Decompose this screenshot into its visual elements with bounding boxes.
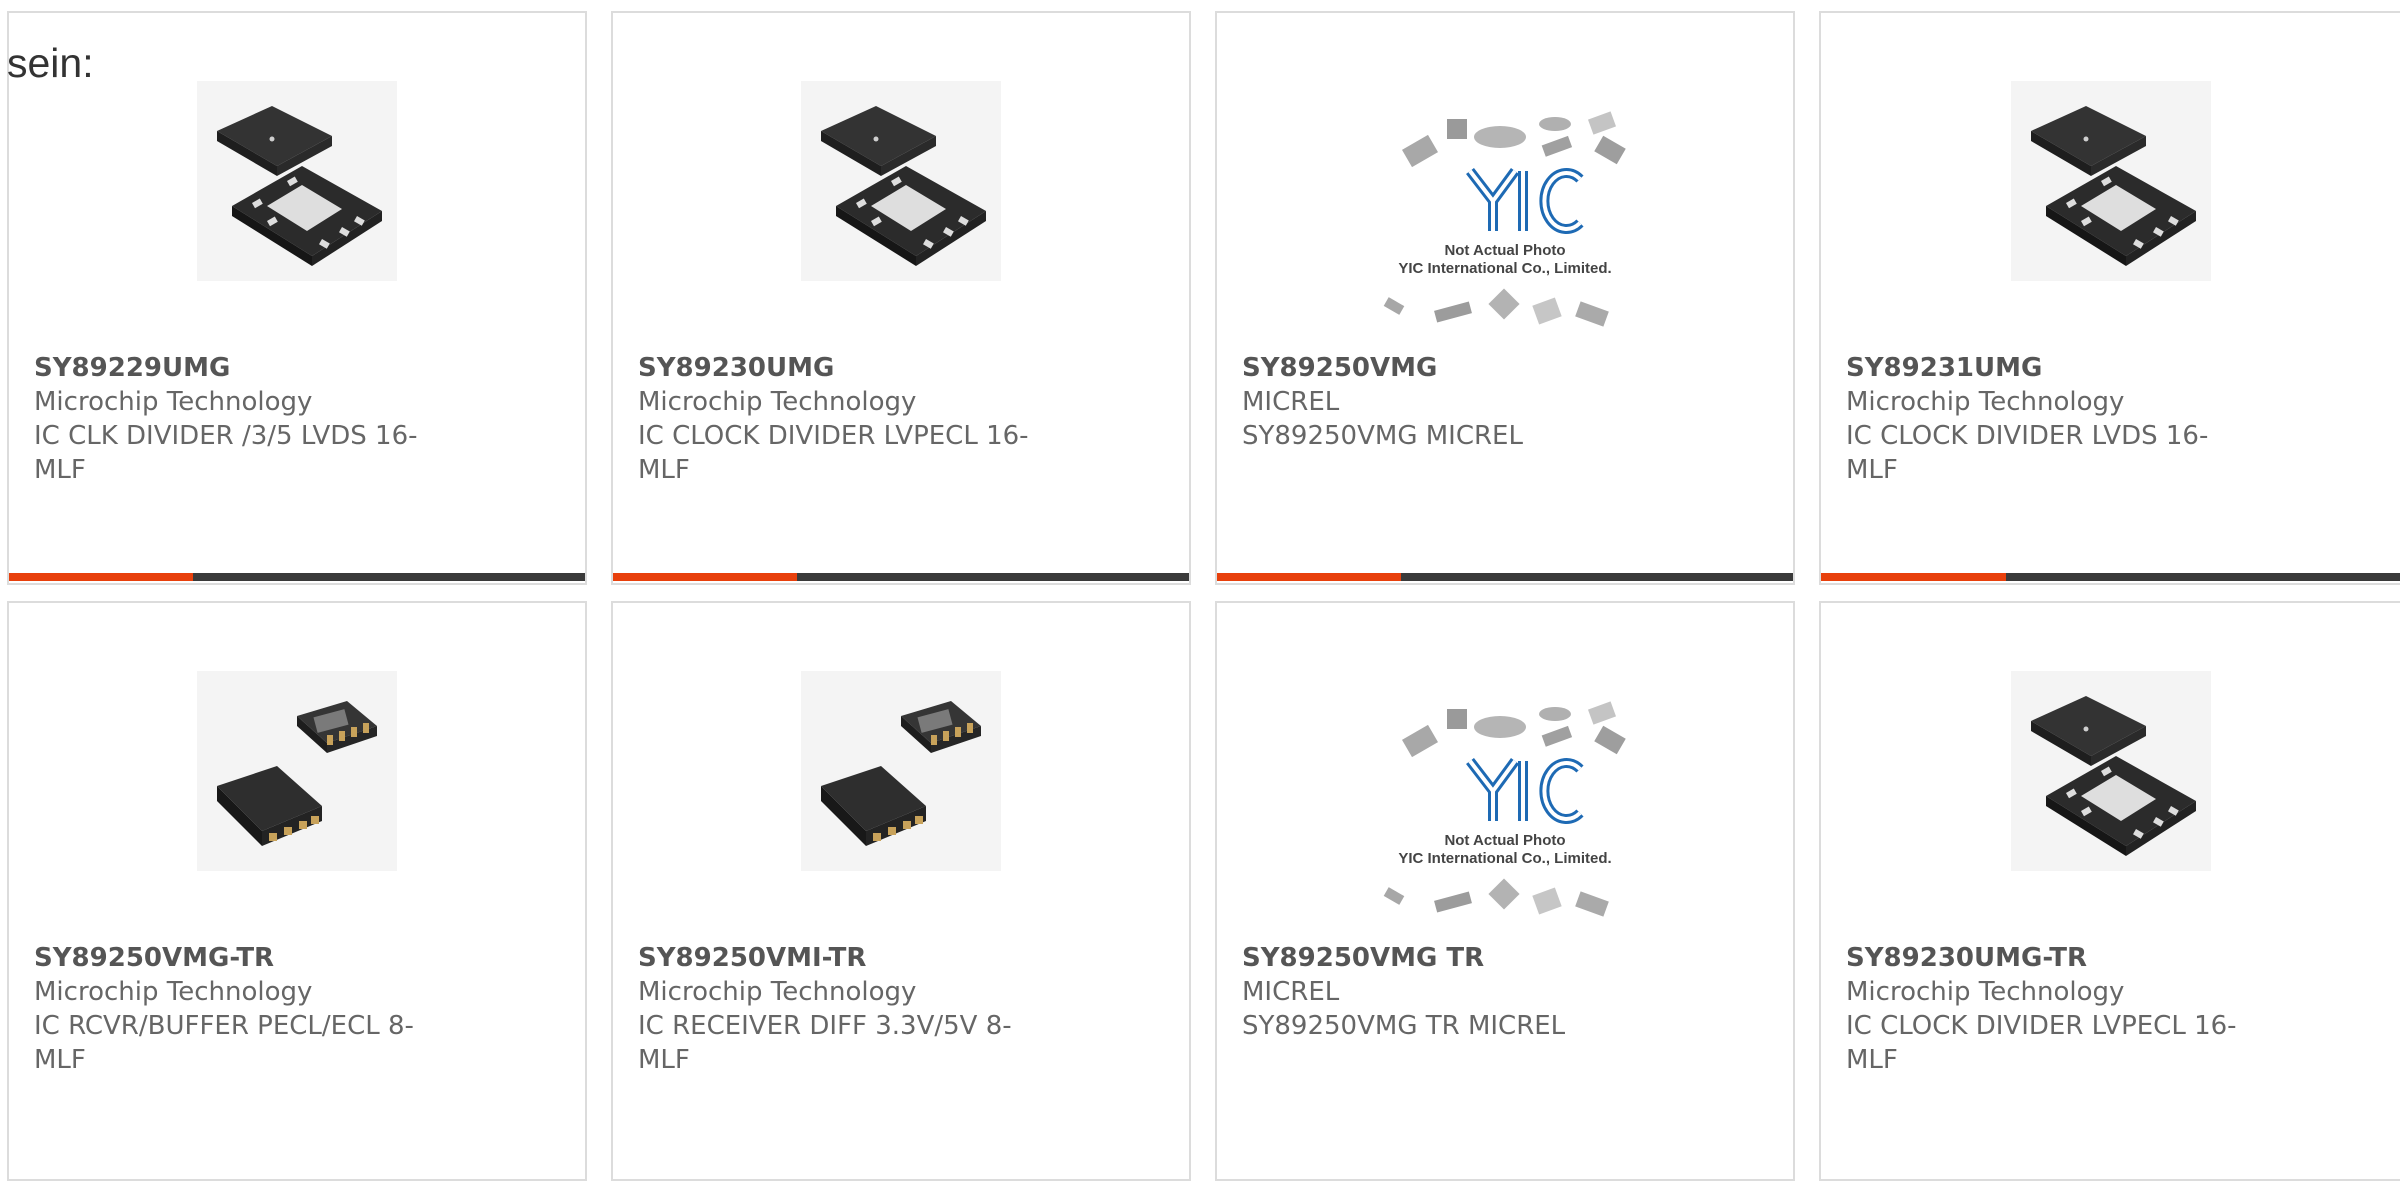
description: IC RECEIVER DIFF 3.3V/5V 8-MLF [638, 1011, 1012, 1075]
product-card[interactable]: SY89231UMG Microchip Technology IC CLOCK… [1819, 11, 2400, 585]
description: SY89250VMG TR MICREL [1242, 1011, 1566, 1041]
progress-bar [1217, 573, 1793, 581]
progress-fill [613, 573, 798, 581]
product-card[interactable]: SY89250VMG-TR Microchip Technology IC RC… [7, 601, 587, 1181]
part-number-link[interactable]: SY89250VMG TR [1242, 941, 1652, 975]
yic-placeholder-icon: Not Actual Photo YIC International Co., … [1383, 701, 1626, 917]
manufacturer: Microchip Technology [1846, 977, 2125, 1007]
description-cont: MLF [34, 455, 86, 485]
manufacturer: Microchip Technology [638, 387, 917, 417]
description: IC CLK DIVIDER /3/5 LVDS 16- [34, 421, 418, 451]
part-number-link[interactable]: SY89250VMI-TR [638, 941, 1048, 975]
yic-placeholder-icon: Not Actual Photo YIC International Co., … [1383, 111, 1626, 327]
qfn-chip-icon [2010, 81, 2211, 281]
description: IC CLOCK DIVIDER LVPECL 16- [1846, 1011, 2237, 1041]
placeholder-text: Not Actual Photo [1444, 242, 1565, 259]
product-card[interactable]: Not Actual Photo YIC International Co., … [1215, 601, 1795, 1181]
product-card[interactable]: SY89229UMG Microchip Technology IC CLK D… [7, 11, 587, 585]
progress-bar [9, 573, 585, 581]
lead-text: sein: [7, 40, 94, 86]
qfn-chip-icon [2010, 671, 2211, 871]
part-number-link[interactable]: SY89250VMG-TR [34, 941, 444, 975]
placeholder-company: YIC International Co., Limited. [1398, 850, 1611, 867]
qfn-chip-icon [197, 81, 397, 281]
product-card[interactable]: Not Actual Photo YIC International Co., … [1215, 11, 1795, 585]
description: IC CLOCK DIVIDER LVDS 16-MLF [1846, 421, 2209, 485]
manufacturer: MICREL [1242, 977, 1340, 1007]
part-number-link[interactable]: SY89250VMG [1242, 351, 1652, 385]
manufacturer: MICREL [1242, 387, 1340, 417]
progress-fill [1217, 573, 1402, 581]
progress-bar [1821, 573, 2400, 581]
description: SY89250VMG MICREL [1242, 421, 1523, 451]
part-number-link[interactable]: SY89229UMG [34, 351, 444, 385]
product-card[interactable]: SY89230UMG Microchip Technology IC CLOCK… [611, 11, 1191, 585]
progress-fill [9, 573, 194, 581]
manufacturer: Microchip Technology [34, 387, 313, 417]
qfn-chip-icon [801, 81, 1001, 281]
manufacturer: Microchip Technology [638, 977, 917, 1007]
placeholder-text: Not Actual Photo [1444, 832, 1565, 849]
product-card[interactable]: SY89250VMI-TR Microchip Technology IC RE… [611, 601, 1191, 1181]
dfn-chip-icon [197, 671, 397, 871]
part-number-link[interactable]: SY89230UMG [638, 351, 1048, 385]
manufacturer: Microchip Technology [1846, 387, 2125, 417]
description-cont: MLF [638, 455, 690, 485]
progress-bar [613, 573, 1189, 581]
manufacturer: Microchip Technology [34, 977, 313, 1007]
placeholder-company: YIC International Co., Limited. [1398, 260, 1611, 277]
description-cont: MLF [1846, 1045, 1898, 1075]
progress-fill [1821, 573, 2007, 581]
part-number-link[interactable]: SY89230UMG-TR [1846, 941, 2256, 975]
dfn-chip-icon [801, 671, 1001, 871]
description-cont: MLF [34, 1045, 86, 1075]
description: IC RCVR/BUFFER PECL/ECL 8- [34, 1011, 414, 1041]
product-card[interactable]: SY89230UMG-TR Microchip Technology IC CL… [1819, 601, 2400, 1181]
description: IC CLOCK DIVIDER LVPECL 16- [638, 421, 1029, 451]
part-number-link[interactable]: SY89231UMG [1846, 351, 2256, 385]
